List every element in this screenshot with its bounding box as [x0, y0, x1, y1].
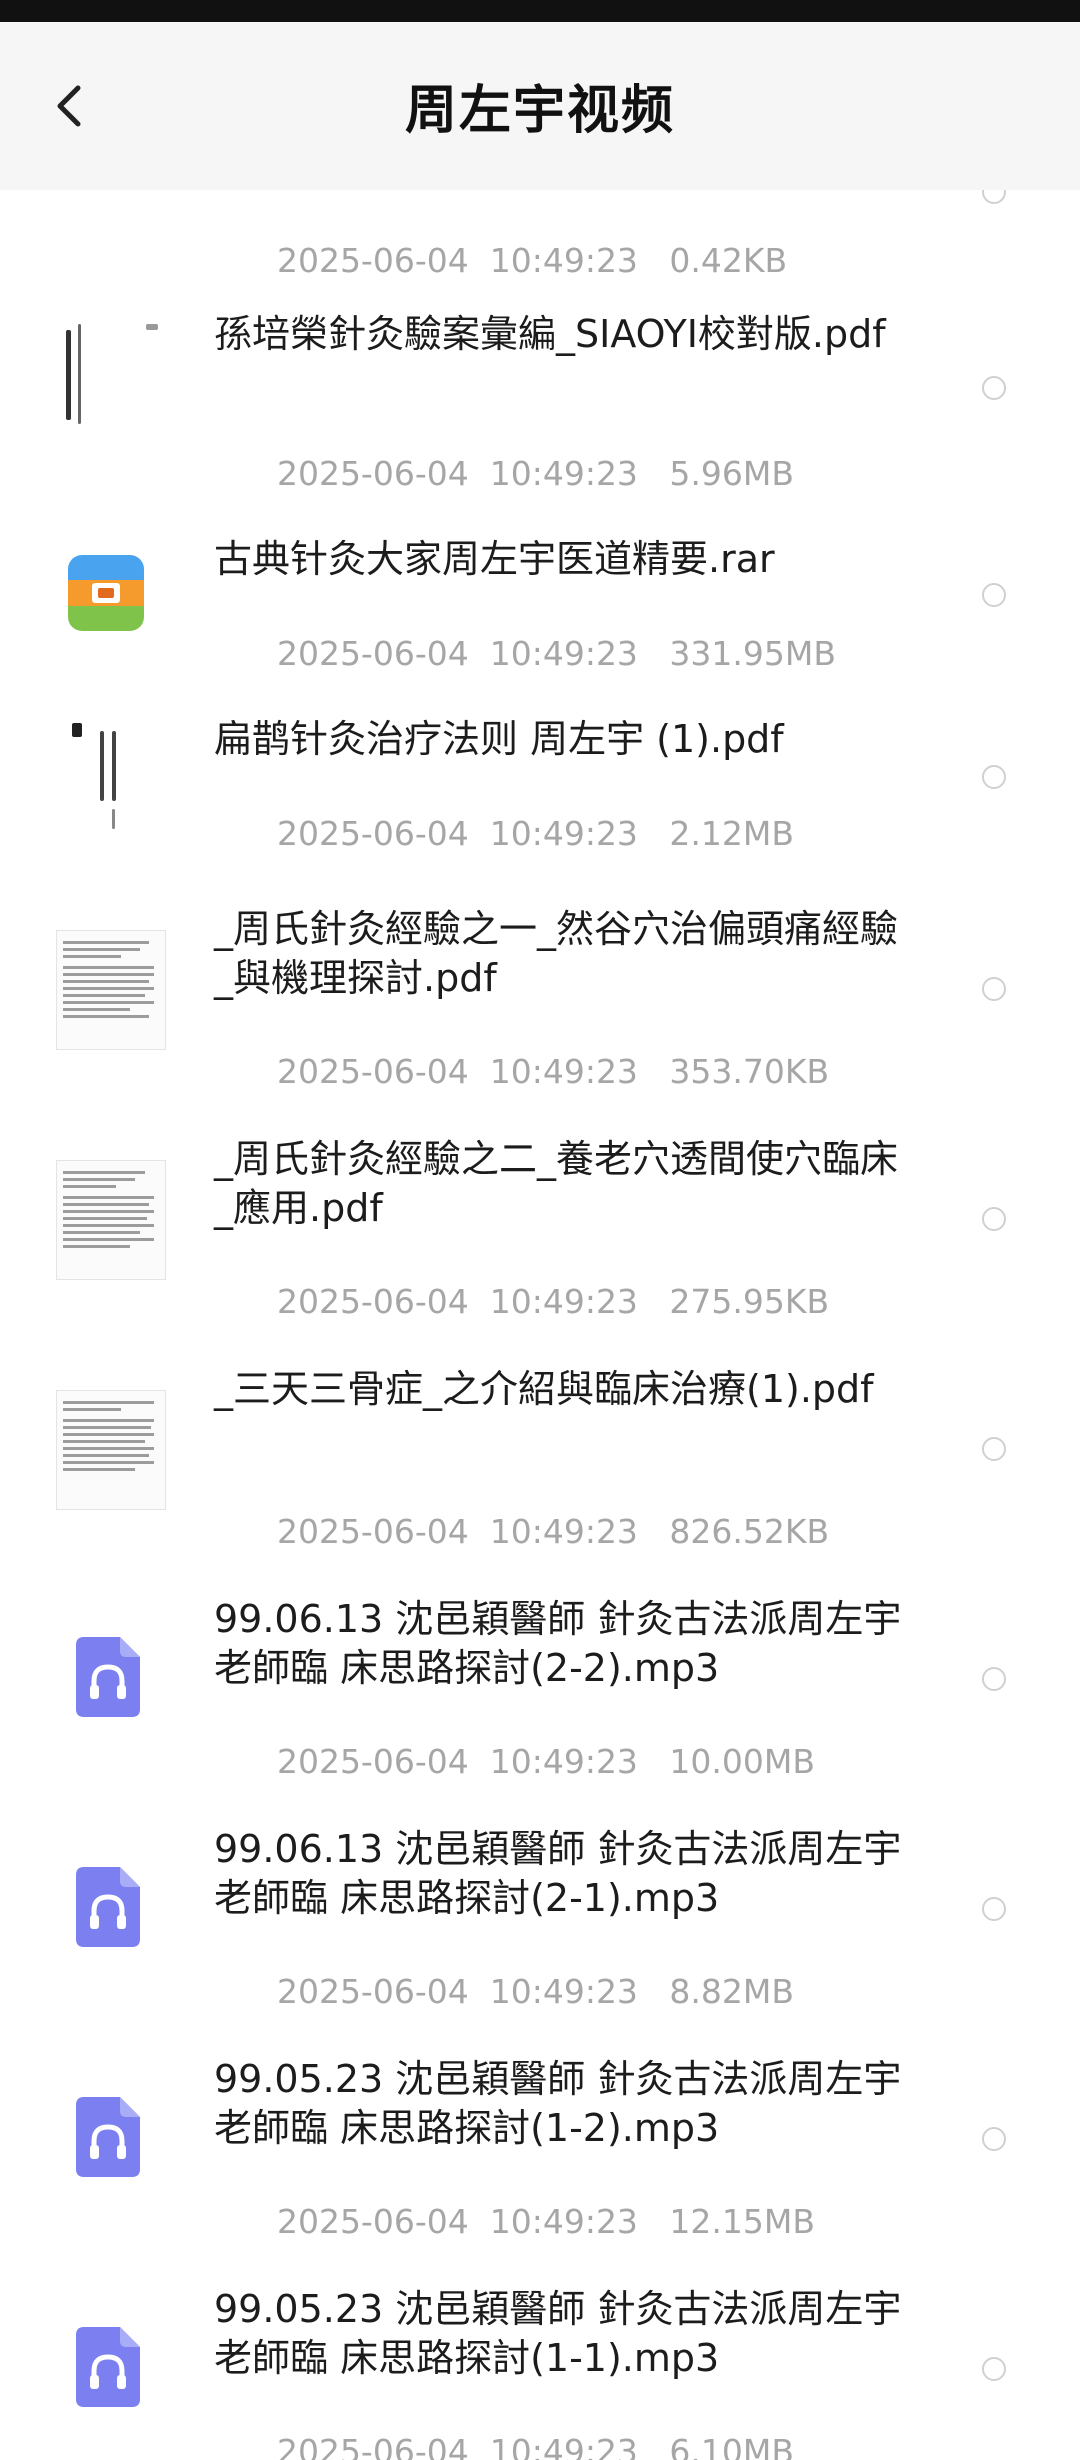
pdf-page-thumbnail: [56, 1160, 166, 1280]
list-item[interactable]: _周氏針灸經驗之二_養老穴透間使穴臨床_應用.pdf 2025-06-04 10…: [0, 1135, 1080, 1321]
file-time: 10:49:23: [489, 634, 638, 673]
file-date: 2025-06-04: [276, 814, 469, 853]
select-radio[interactable]: [982, 1667, 1006, 1691]
file-name: 99.05.23 沈邑穎醫師 針灸古法派周左宇老師臨 床思路探討(1-1).mp…: [214, 2287, 902, 2380]
rar-archive-icon: [68, 555, 144, 631]
list-item[interactable]: 99.05.23 沈邑穎醫師 針灸古法派周左宇老師臨 床思路探討(1-2).mp…: [0, 2055, 1080, 2241]
file-date: 2025-06-04: [276, 241, 469, 280]
file-date: 2025-06-04: [276, 1972, 469, 2011]
file-date: 2025-06-04: [276, 2432, 469, 2460]
pdf-page-thumbnail: [56, 1390, 166, 1510]
file-date: 2025-06-04: [276, 1052, 469, 1091]
file-time: 10:49:23: [489, 1512, 638, 1551]
list-item[interactable]: _周氏針灸經驗之一_然谷穴治偏頭痛經驗_與機理探討.pdf 2025-06-04…: [0, 905, 1080, 1091]
file-name: 99.06.13 沈邑穎醫師 針灸古法派周左宇老師臨 床思路探討(2-1).mp…: [214, 1827, 902, 1920]
audio-file-icon: [76, 2327, 140, 2407]
file-time: 10:49:23: [489, 2432, 638, 2460]
page-title: 周左宇视频: [404, 81, 675, 141]
file-date: 2025-06-04: [276, 1742, 469, 1781]
file-time: 10:49:23: [489, 1282, 638, 1321]
select-radio[interactable]: [982, 1437, 1006, 1461]
pdf-cover-thumbnail: [56, 723, 166, 843]
list-item[interactable]: 古典针灸大家周左宇医道精要.rar 2025-06-04 10:49:23 33…: [0, 535, 1080, 673]
file-name: 99.06.13 沈邑穎醫師 針灸古法派周左宇老師臨 床思路探討(2-2).mp…: [214, 1597, 902, 1690]
file-name: 扁鹊针灸治疗法则 周左宇 (1).pdf: [214, 717, 784, 761]
pdf-page-thumbnail: [56, 930, 166, 1050]
audio-file-icon: [76, 1867, 140, 1947]
file-size: 0.42KB: [669, 241, 788, 280]
file-time: 10:49:23: [489, 814, 638, 853]
file-size: 6.10MB: [669, 2432, 795, 2460]
file-name: _三天三骨症_之介紹與臨床治療(1).pdf: [214, 1367, 874, 1411]
file-time: 10:49:23: [489, 1972, 638, 2011]
file-size: 12.15MB: [669, 2202, 816, 2241]
select-radio[interactable]: [982, 977, 1006, 1001]
file-size: 10.00MB: [669, 1742, 816, 1781]
file-name: _周氏針灸經驗之一_然谷穴治偏頭痛經驗_與機理探討.pdf: [214, 907, 899, 1000]
pdf-cover-thumbnail: [56, 320, 166, 440]
list-item[interactable]: 99.06.13 沈邑穎醫師 針灸古法派周左宇老師臨 床思路探討(2-1).mp…: [0, 1825, 1080, 2011]
file-size: 331.95MB: [669, 634, 837, 673]
select-radio[interactable]: [982, 190, 1006, 204]
file-name: 古典针灸大家周左宇医道精要.rar: [214, 537, 775, 581]
file-time: 10:49:23: [489, 454, 638, 493]
file-date: 2025-06-04: [276, 634, 469, 673]
file-size: 2.12MB: [669, 814, 795, 853]
list-item[interactable]: 99.06.13 沈邑穎醫師 針灸古法派周左宇老師臨 床思路探討(2-2).mp…: [0, 1595, 1080, 1781]
select-radio[interactable]: [982, 765, 1006, 789]
audio-file-icon: [76, 2097, 140, 2177]
file-list[interactable]: 2025-06-04 10:49:23 0.42KB 孫培榮針灸驗案彙編_SIA…: [0, 190, 1080, 2460]
select-radio[interactable]: [982, 2357, 1006, 2381]
file-date: 2025-06-04: [276, 2202, 469, 2241]
file-name: 孫培榮針灸驗案彙編_SIAOYI校對版.pdf: [214, 312, 886, 356]
file-date: 2025-06-04: [276, 454, 469, 493]
audio-file-icon: [76, 1637, 140, 1717]
file-size: 5.96MB: [669, 454, 795, 493]
file-date: 2025-06-04: [276, 1512, 469, 1551]
file-size: 275.95KB: [669, 1282, 830, 1321]
list-item[interactable]: 99.05.23 沈邑穎醫師 針灸古法派周左宇老師臨 床思路探討(1-1).mp…: [0, 2285, 1080, 2460]
file-size: 826.52KB: [669, 1512, 830, 1551]
file-size: 8.82MB: [669, 1972, 795, 2011]
select-radio[interactable]: [982, 1897, 1006, 1921]
file-time: 10:49:23: [489, 241, 638, 280]
select-radio[interactable]: [982, 2127, 1006, 2151]
status-bar: [0, 0, 1080, 22]
list-item[interactable]: 2025-06-04 10:49:23 0.42KB: [0, 190, 1080, 280]
file-time: 10:49:23: [489, 2202, 638, 2241]
list-item[interactable]: 扁鹊针灸治疗法则 周左宇 (1).pdf 2025-06-04 10:49:23…: [0, 715, 1080, 855]
file-name: 99.05.23 沈邑穎醫師 針灸古法派周左宇老師臨 床思路探討(1-2).mp…: [214, 2057, 902, 2150]
file-time: 10:49:23: [489, 1052, 638, 1091]
list-item[interactable]: 孫培榮針灸驗案彙編_SIAOYI校對版.pdf 2025-06-04 10:49…: [0, 300, 1080, 493]
select-radio[interactable]: [982, 376, 1006, 400]
select-radio[interactable]: [982, 583, 1006, 607]
file-name: _周氏針灸經驗之二_養老穴透間使穴臨床_應用.pdf: [214, 1137, 899, 1230]
file-size: 353.70KB: [669, 1052, 830, 1091]
app-header: 周左宇视频: [0, 22, 1080, 190]
list-item[interactable]: _三天三骨症_之介紹與臨床治療(1).pdf 2025-06-04 10:49:…: [0, 1365, 1080, 1551]
file-time: 10:49:23: [489, 1742, 638, 1781]
file-date: 2025-06-04: [276, 1282, 469, 1321]
select-radio[interactable]: [982, 1207, 1006, 1231]
